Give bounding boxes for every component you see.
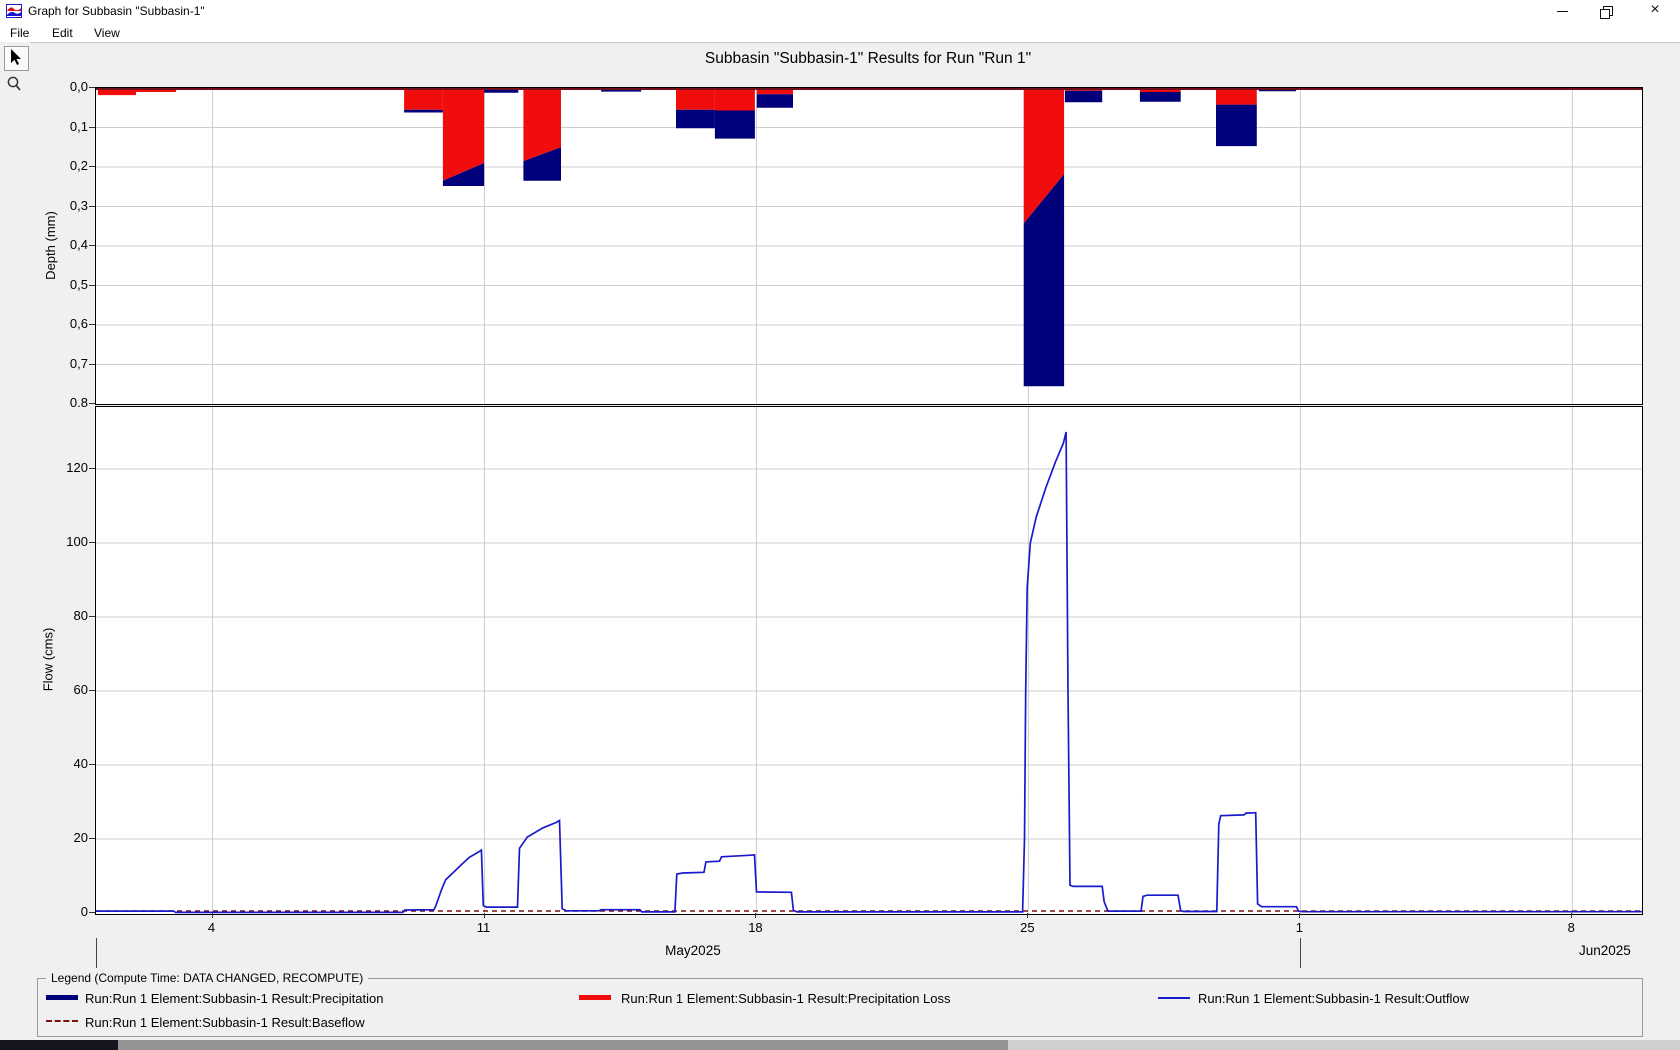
- flow-tick-label: 0: [36, 904, 88, 919]
- month-label-jun: Jun2025: [1579, 943, 1631, 958]
- precip-loss-legend-marker: [579, 995, 611, 1000]
- baseflow-legend-marker: [46, 1020, 78, 1022]
- depth-tick-label: 0,6: [36, 316, 88, 331]
- day-tick-label: 18: [735, 920, 775, 935]
- background-window-edge: [0, 1040, 118, 1050]
- depth-tick-label: 0,7: [36, 356, 88, 371]
- precip-bar: [404, 110, 443, 113]
- flow-tick: [89, 468, 95, 469]
- month-separator: [96, 938, 97, 968]
- legend-entry-label: Run:Run 1 Element:Subbasin-1 Result:Prec…: [85, 991, 383, 1006]
- depth-tick: [89, 403, 95, 404]
- flow-tick-label: 20: [36, 830, 88, 845]
- flow-tick-label: 100: [36, 534, 88, 549]
- precip-bar: [1216, 105, 1257, 147]
- menu-bar: File Edit View: [0, 22, 1680, 43]
- depth-tick: [89, 285, 95, 286]
- depth-tick: [89, 127, 95, 128]
- outflow-line: [96, 432, 1642, 912]
- precip-bar: [1140, 92, 1181, 102]
- depth-plot[interactable]: [95, 87, 1643, 405]
- pointer-tool-button[interactable]: [4, 46, 29, 71]
- zoom-tool-button[interactable]: [4, 74, 27, 97]
- day-tick: [212, 913, 213, 918]
- legend-entry-label: Run:Run 1 Element:Subbasin-1 Result:Prec…: [621, 991, 951, 1006]
- day-tick: [755, 913, 756, 918]
- depth-tick: [89, 87, 95, 88]
- precip-loss-bar: [715, 88, 755, 111]
- day-tick-label: 25: [1007, 920, 1047, 935]
- flow-plot[interactable]: [95, 406, 1643, 915]
- menu-item-edit[interactable]: Edit: [46, 24, 79, 42]
- depth-tick: [89, 166, 95, 167]
- flow-tick: [89, 838, 95, 839]
- hms-wave-icon: [6, 3, 22, 19]
- precip-bar: [484, 90, 518, 93]
- flow-tick: [89, 764, 95, 765]
- flow-tick-label: 80: [36, 608, 88, 623]
- depth-tick-label: 0,5: [36, 277, 88, 292]
- depth-tick-label: 0,4: [36, 237, 88, 252]
- precip-loss-bar: [404, 88, 443, 110]
- precip-legend-marker: [46, 995, 78, 1000]
- menu-item-view[interactable]: View: [88, 24, 126, 42]
- chart-title: Subbasin "Subbasin-1" Results for Run "R…: [95, 50, 1641, 68]
- day-tick: [1027, 913, 1028, 918]
- magnifier-icon: [4, 74, 25, 95]
- legend-title: Legend (Compute Time: DATA CHANGED, RECO…: [46, 971, 368, 985]
- depth-tick: [89, 245, 95, 246]
- depth-tick: [89, 324, 95, 325]
- day-tick-label: 4: [192, 920, 232, 935]
- legend-entry-label: Run:Run 1 Element:Subbasin-1 Result:Base…: [85, 1015, 365, 1030]
- day-tick-label: 11: [464, 920, 504, 935]
- minimize-button[interactable]: [1546, 2, 1580, 20]
- flow-tick-label: 60: [36, 682, 88, 697]
- background-window-edge: [118, 1040, 1008, 1050]
- flow-tick: [89, 542, 95, 543]
- close-button[interactable]: ×: [1638, 2, 1672, 20]
- day-tick: [1571, 913, 1572, 918]
- flow-tick-label: 40: [36, 756, 88, 771]
- day-tick-label: 8: [1551, 920, 1591, 935]
- flow-tick: [89, 912, 95, 913]
- precip-bar: [757, 94, 793, 108]
- month-separator: [1300, 938, 1301, 968]
- flow-plot-svg: [96, 407, 1642, 914]
- close-icon: ×: [1650, 1, 1659, 18]
- precip-bar: [715, 111, 755, 139]
- depth-tick-label: 0,0: [36, 79, 88, 94]
- arrow-cursor-icon: [5, 47, 26, 68]
- minimize-icon: [1557, 11, 1568, 12]
- flow-tick-label: 120: [36, 460, 88, 475]
- window-title: Graph for Subbasin "Subbasin-1": [28, 4, 205, 18]
- depth-tick-label: 0,2: [36, 158, 88, 173]
- depth-tick-label: 0,1: [36, 119, 88, 134]
- flow-tick: [89, 690, 95, 691]
- tool-column: [0, 42, 30, 1040]
- depth-tick: [89, 364, 95, 365]
- title-bar[interactable]: Graph for Subbasin "Subbasin-1" ×: [0, 0, 1680, 22]
- day-tick: [484, 913, 485, 918]
- day-tick-label: 1: [1279, 920, 1319, 935]
- restore-button[interactable]: [1591, 2, 1625, 20]
- precip-loss-bar: [676, 88, 715, 110]
- background-window-edge: [1008, 1040, 1680, 1050]
- depth-tick: [89, 206, 95, 207]
- legend-entry-label: Run:Run 1 Element:Subbasin-1 Result:Outf…: [1198, 991, 1469, 1006]
- depth-tick-label: 0,3: [36, 198, 88, 213]
- precip-bar: [676, 110, 715, 129]
- depth-plot-svg: [96, 88, 1642, 404]
- depth-tick-label: 0.8: [36, 395, 88, 410]
- precip-bar: [1065, 91, 1102, 102]
- outflow-legend-marker: [1158, 997, 1190, 999]
- month-label-may: May2025: [665, 943, 721, 958]
- day-tick: [1299, 913, 1300, 918]
- precip-loss-bar: [1216, 88, 1257, 105]
- legend-box: Legend (Compute Time: DATA CHANGED, RECO…: [37, 978, 1643, 1037]
- menu-item-file[interactable]: File: [4, 24, 35, 42]
- flow-tick: [89, 616, 95, 617]
